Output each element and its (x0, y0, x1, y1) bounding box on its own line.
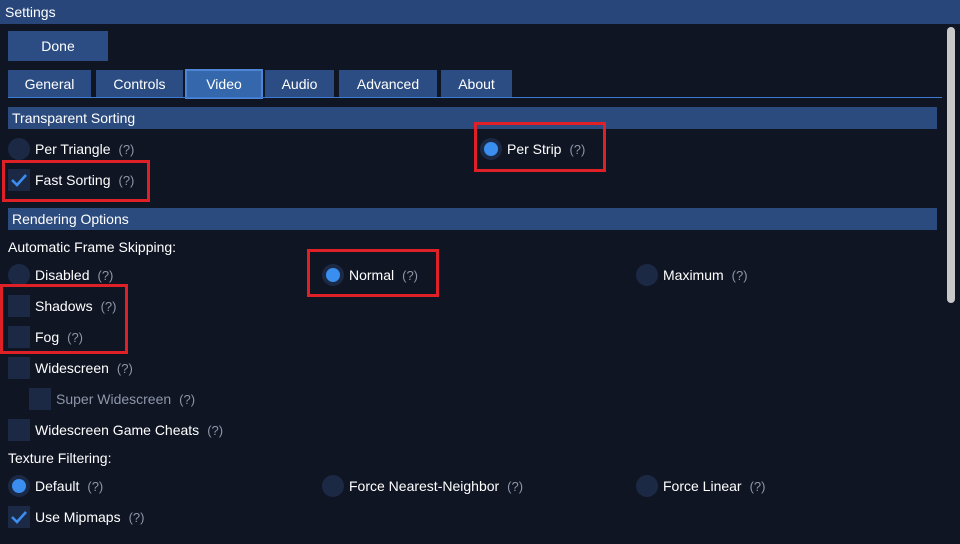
option-label: Default (35, 478, 80, 494)
help-link[interactable]: (?) (117, 361, 133, 376)
window-title: Settings (0, 0, 960, 24)
texture-nearest-radio[interactable]: Force Nearest-Neighbor (?) (322, 474, 523, 498)
texture-default-radio[interactable]: Default (?) (8, 474, 103, 498)
tab-audio[interactable]: Audio (265, 70, 334, 98)
settings-panel (0, 24, 960, 544)
tab-general[interactable]: General (8, 70, 91, 98)
scroll-thumb[interactable] (947, 27, 955, 303)
help-link[interactable]: (?) (207, 423, 223, 438)
option-label: Use Mipmaps (35, 509, 121, 525)
help-link[interactable]: (?) (129, 510, 145, 525)
radio-circle-selected (8, 475, 30, 497)
widescreen-checkbox[interactable]: Widescreen (?) (8, 356, 133, 380)
super-widescreen-checkbox: Super Widescreen (?) (29, 387, 195, 411)
widescreen-cheats-checkbox[interactable]: Widescreen Game Cheats (?) (8, 418, 223, 442)
option-label: Disabled (35, 267, 90, 283)
tab-about[interactable]: About (441, 70, 512, 98)
radio-circle (322, 475, 344, 497)
option-label: Force Nearest-Neighbor (349, 478, 500, 494)
checkbox-box (8, 506, 30, 528)
vertical-scrollbar[interactable] (947, 27, 955, 537)
tab-divider (8, 97, 942, 98)
checkbox-box (29, 388, 51, 410)
option-label: Widescreen (35, 360, 109, 376)
radio-circle (636, 475, 658, 497)
radio-circle (8, 138, 30, 160)
highlight-box (307, 249, 439, 297)
help-link[interactable]: (?) (87, 479, 103, 494)
radio-circle (636, 264, 658, 286)
help-link[interactable]: (?) (507, 479, 523, 494)
option-label: Per Triangle (35, 141, 111, 157)
help-link[interactable]: (?) (118, 142, 134, 157)
frame-skipping-label: Automatic Frame Skipping: (8, 239, 177, 255)
option-label: Maximum (663, 267, 724, 283)
frameskip-maximum-radio[interactable]: Maximum (?) (636, 263, 748, 287)
option-label: Force Linear (663, 478, 742, 494)
done-button[interactable]: Done (8, 31, 108, 61)
checkmark-icon (11, 511, 27, 524)
use-mipmaps-checkbox[interactable]: Use Mipmaps (?) (8, 505, 144, 529)
tab-controls[interactable]: Controls (96, 70, 183, 98)
help-link[interactable]: (?) (179, 392, 195, 407)
section-rendering-options: Rendering Options (8, 208, 937, 230)
per-triangle-radio[interactable]: Per Triangle (?) (8, 137, 134, 161)
radio-circle (8, 264, 30, 286)
help-link[interactable]: (?) (750, 479, 766, 494)
texture-filtering-label: Texture Filtering: (8, 450, 112, 466)
highlight-box (2, 160, 150, 202)
checkbox-box (8, 357, 30, 379)
section-transparent-sorting: Transparent Sorting (8, 107, 937, 129)
highlight-box (474, 122, 606, 172)
highlight-box (0, 284, 128, 354)
help-link[interactable]: (?) (732, 268, 748, 283)
tab-advanced[interactable]: Advanced (339, 70, 437, 98)
help-link[interactable]: (?) (97, 268, 113, 283)
texture-linear-radio[interactable]: Force Linear (?) (636, 474, 765, 498)
checkbox-box (8, 419, 30, 441)
option-label: Widescreen Game Cheats (35, 422, 200, 438)
tab-video[interactable]: Video (185, 69, 263, 99)
option-label: Super Widescreen (56, 391, 172, 407)
